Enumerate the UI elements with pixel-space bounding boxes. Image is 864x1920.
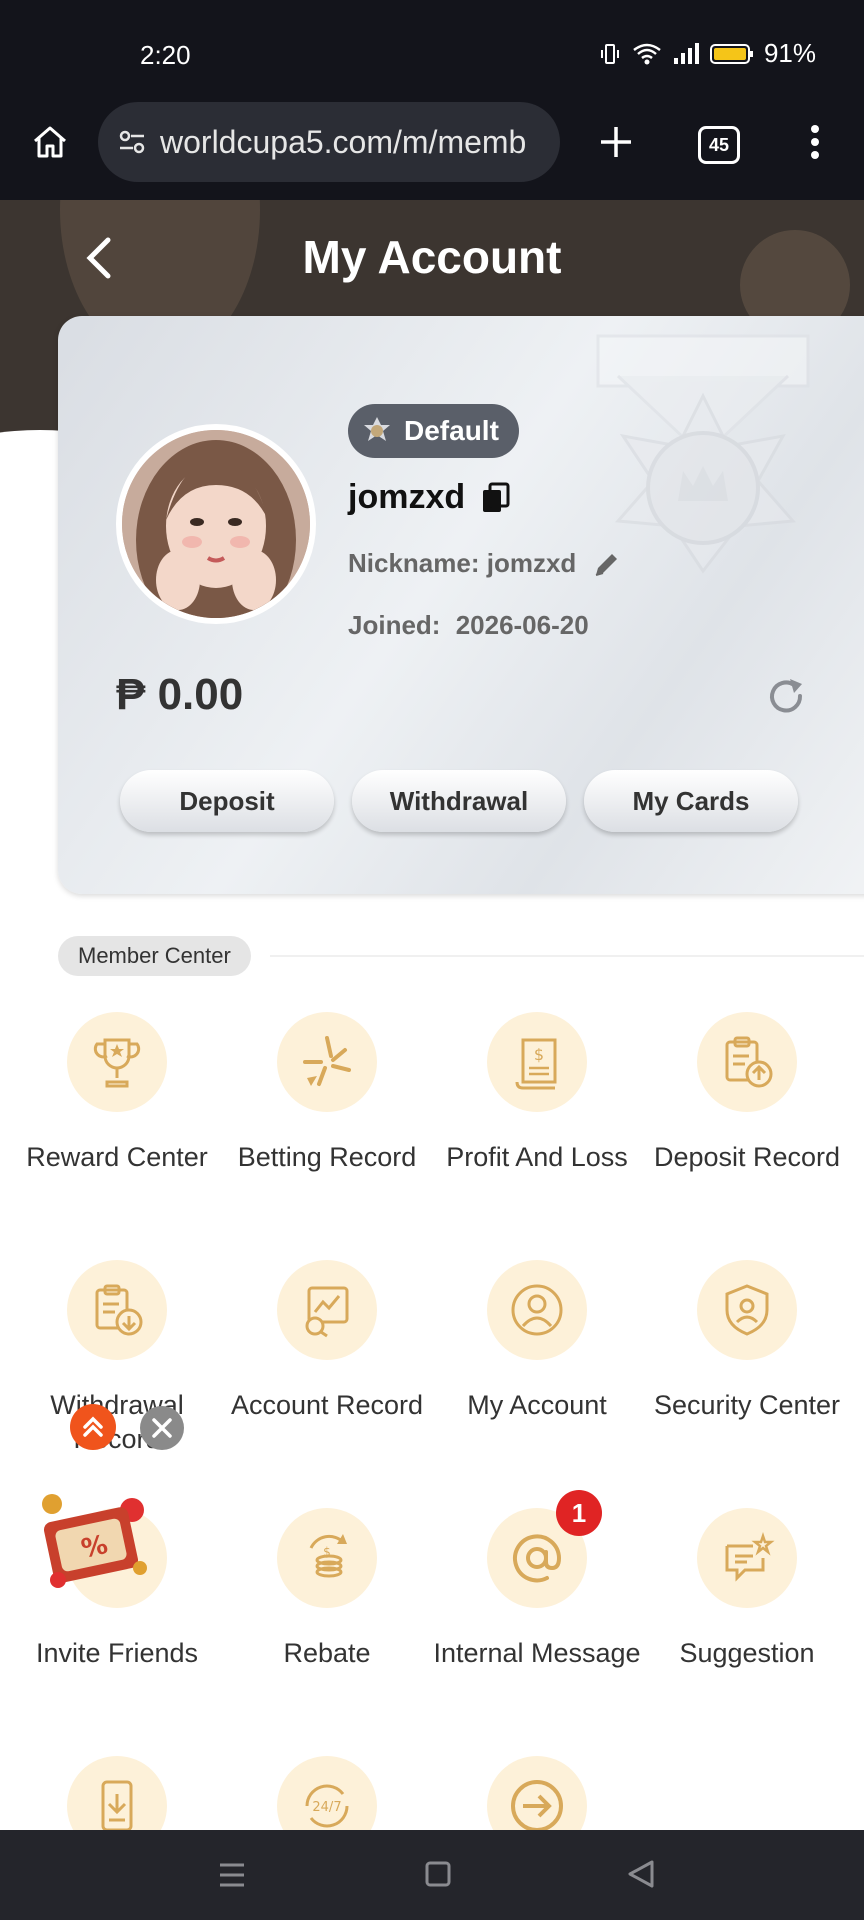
address-bar[interactable]: worldcupa5.com/m/memb xyxy=(98,102,560,182)
svg-text:$: $ xyxy=(534,1045,544,1064)
menu-item-label: Betting Record xyxy=(237,1142,417,1172)
coins-icon: $ xyxy=(309,1534,347,1578)
battery-level: 91% xyxy=(763,38,816,68)
receipt-icon: $ xyxy=(515,1038,557,1090)
page-title: My Account xyxy=(302,231,562,283)
menu-item-betting-record[interactable]: Betting Record xyxy=(222,1012,432,1174)
menu-item-label: Suggestion xyxy=(679,1638,815,1668)
promo-gift-float[interactable]: % xyxy=(28,1484,158,1599)
menu-item-label: Profit And Loss xyxy=(446,1142,628,1172)
refresh-icon xyxy=(770,679,803,713)
menu-item-label: Invite Friends xyxy=(35,1638,199,1668)
menu-item-profit-and-loss[interactable]: $ Profit And Loss xyxy=(432,1012,642,1174)
home-square-icon[interactable] xyxy=(424,1860,452,1888)
home-button[interactable] xyxy=(30,122,70,162)
balance-amount: ₱ 0.00 xyxy=(116,670,244,719)
joined-date: 2026-06-20 xyxy=(455,610,589,640)
system-navigation-bar xyxy=(0,1830,864,1920)
refresh-balance-button[interactable] xyxy=(766,676,808,723)
deposit-button[interactable]: Deposit xyxy=(120,770,334,832)
battery-icon xyxy=(709,43,753,64)
url-text: worldcupa5.com/m/memb xyxy=(160,123,527,160)
menu-item-label: My Account xyxy=(467,1390,607,1420)
menu-item-my-account[interactable]: My Account xyxy=(432,1260,642,1422)
level-badge-label: Default xyxy=(404,415,499,446)
wifi-icon xyxy=(633,43,661,64)
trophy-icon xyxy=(93,1038,141,1088)
new-tab-button[interactable] xyxy=(596,122,636,162)
site-settings-icon[interactable] xyxy=(116,126,148,158)
notification-badge: 1 xyxy=(556,1490,602,1536)
medal-icon xyxy=(364,417,390,441)
double-chevron-up-icon xyxy=(83,1416,103,1437)
profile-photo xyxy=(122,430,310,618)
divider xyxy=(270,955,864,957)
recents-icon[interactable] xyxy=(216,1860,248,1890)
logout-icon xyxy=(511,1780,563,1832)
back-triangle-icon[interactable] xyxy=(626,1858,656,1890)
phone-download-icon xyxy=(101,1780,133,1832)
menu-item-label: Security Center xyxy=(653,1390,841,1420)
profile-card: Default jomzxd Nickname: jomzxd Joined: … xyxy=(58,316,864,894)
scroll-top-button[interactable] xyxy=(70,1404,116,1450)
vibrate-icon xyxy=(600,43,619,64)
joined-row: Joined: 2026-06-20 xyxy=(348,610,589,641)
medal-watermark-icon xyxy=(596,334,810,574)
menu-item-label: Reward Center xyxy=(26,1142,208,1172)
clipboard-upload-icon xyxy=(725,1036,773,1088)
browser-toolbar: worldcupa5.com/m/memb 45 xyxy=(0,100,864,200)
chat-star-icon xyxy=(725,1532,775,1582)
status-icons: 91% xyxy=(598,38,816,69)
avatar[interactable] xyxy=(116,424,316,624)
menu-item-internal-message[interactable]: Internal Message xyxy=(432,1508,642,1670)
copy-icon[interactable] xyxy=(481,482,511,514)
menu-item-label: Withdrawal Record xyxy=(50,1390,184,1454)
svg-text:$: $ xyxy=(323,1545,331,1559)
shield-user-icon xyxy=(725,1284,769,1336)
close-icon xyxy=(152,1418,172,1438)
menu-item-deposit-record[interactable]: Deposit Record xyxy=(642,1012,852,1174)
menu-item-label: Internal Message xyxy=(433,1638,641,1668)
home-icon xyxy=(34,126,66,158)
wallet-actions: Deposit Withdrawal My Cards xyxy=(120,770,798,832)
my-cards-button[interactable]: My Cards xyxy=(584,770,798,832)
tab-switcher-button[interactable]: 45 xyxy=(698,126,740,164)
menu-item-withdrawal-record[interactable]: Withdrawal Record xyxy=(12,1260,222,1456)
joined-label: Joined: xyxy=(348,610,441,640)
user-icon xyxy=(511,1284,563,1336)
menu-item-reward-center[interactable]: Reward Center xyxy=(12,1012,222,1174)
menu-item-label: Rebate xyxy=(283,1638,371,1668)
menu-item-security-center[interactable]: Security Center xyxy=(642,1260,852,1422)
browser-menu-button[interactable] xyxy=(800,122,830,162)
plus-icon xyxy=(601,127,631,157)
clock: 2:20 xyxy=(140,40,191,70)
member-center-heading: Member Center xyxy=(58,936,251,976)
support-24-7-icon: 24/7 xyxy=(305,1784,349,1828)
nickname: Nickname: jomzxd xyxy=(348,548,577,578)
chart-search-icon xyxy=(305,1286,349,1338)
menu-item-label: Account Record xyxy=(230,1390,424,1420)
status-bar: 2:20 91% xyxy=(0,0,864,110)
edit-pencil-icon[interactable] xyxy=(592,549,622,579)
gift-icon: % xyxy=(42,1494,147,1588)
at-icon xyxy=(513,1534,562,1583)
svg-text:24/7: 24/7 xyxy=(312,1800,341,1815)
star-icon xyxy=(303,1036,351,1086)
signal-icon xyxy=(673,42,699,64)
close-promo-button[interactable] xyxy=(140,1406,184,1450)
level-badge[interactable]: Default xyxy=(348,404,519,458)
username: jomzxd xyxy=(348,478,466,516)
username-row: jomzxd xyxy=(348,478,511,517)
menu-item-rebate[interactable]: $ Rebate xyxy=(222,1508,432,1670)
withdrawal-button[interactable]: Withdrawal xyxy=(352,770,566,832)
nickname-row: Nickname: jomzxd xyxy=(348,548,622,579)
clipboard-download-icon xyxy=(95,1284,143,1336)
more-vert-icon xyxy=(811,125,819,159)
menu-item-suggestion[interactable]: Suggestion xyxy=(642,1508,852,1670)
menu-item-account-record[interactable]: Account Record xyxy=(222,1260,432,1422)
menu-item-label: Deposit Record xyxy=(653,1142,841,1172)
